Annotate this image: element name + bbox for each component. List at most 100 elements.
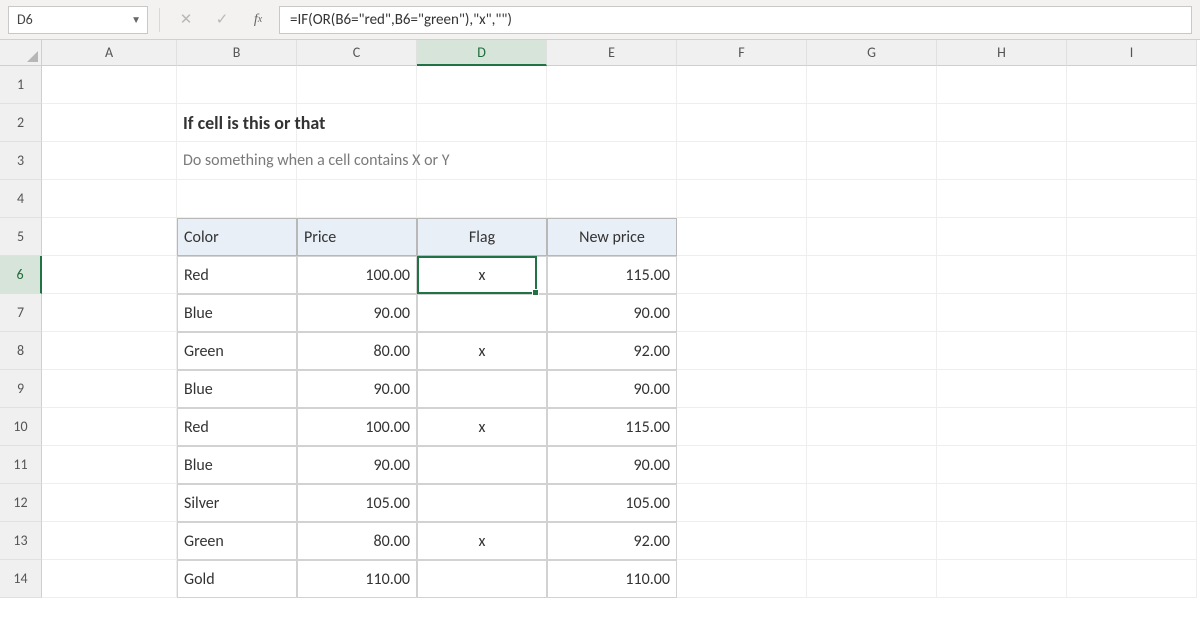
cell-f2[interactable]	[677, 104, 807, 142]
row-header-6[interactable]: 6	[0, 256, 42, 294]
cell-a12[interactable]	[42, 484, 177, 522]
col-header-b[interactable]: B	[177, 40, 297, 66]
cell-a6[interactable]	[42, 256, 177, 294]
cell-i1[interactable]	[1067, 66, 1197, 104]
cell-e9[interactable]: 90.00	[547, 370, 677, 408]
cell-i13[interactable]	[1067, 522, 1197, 560]
cell-h14[interactable]	[937, 560, 1067, 598]
cell-e11[interactable]: 90.00	[547, 446, 677, 484]
cell-e6[interactable]: 115.00	[547, 256, 677, 294]
col-header-c[interactable]: C	[297, 40, 417, 66]
cell-c6[interactable]: 100.00	[297, 256, 417, 294]
row-header-11[interactable]: 11	[0, 446, 42, 484]
cell-f12[interactable]	[677, 484, 807, 522]
cell-f11[interactable]	[677, 446, 807, 484]
row-header-7[interactable]: 7	[0, 294, 42, 332]
cell-b4[interactable]	[177, 180, 297, 218]
col-header-h[interactable]: H	[937, 40, 1067, 66]
table-header-newprice[interactable]: New price	[547, 218, 677, 256]
cell-h2[interactable]	[937, 104, 1067, 142]
col-header-e[interactable]: E	[547, 40, 677, 66]
cell-d11[interactable]	[417, 446, 547, 484]
cell-a9[interactable]	[42, 370, 177, 408]
cell-a14[interactable]	[42, 560, 177, 598]
cell-e4[interactable]	[547, 180, 677, 218]
enter-icon[interactable]: ✓	[207, 7, 237, 33]
formula-input[interactable]: =IF(OR(B6="red",B6="green"),"x","")	[279, 6, 1192, 34]
cell-d2[interactable]	[417, 104, 547, 142]
cell-f7[interactable]	[677, 294, 807, 332]
cell-c10[interactable]: 100.00	[297, 408, 417, 446]
cell-h5[interactable]	[937, 218, 1067, 256]
cell-h7[interactable]	[937, 294, 1067, 332]
cell-b3[interactable]: Do something when a cell contains X or Y	[177, 142, 297, 180]
row-header-4[interactable]: 4	[0, 180, 42, 218]
cell-a1[interactable]	[42, 66, 177, 104]
table-header-color[interactable]: Color	[177, 218, 297, 256]
cell-b13[interactable]: Green	[177, 522, 297, 560]
row-header-14[interactable]: 14	[0, 560, 42, 598]
cell-c7[interactable]: 90.00	[297, 294, 417, 332]
cell-e1[interactable]	[547, 66, 677, 104]
row-header-13[interactable]: 13	[0, 522, 42, 560]
cell-c4[interactable]	[297, 180, 417, 218]
col-header-f[interactable]: F	[677, 40, 807, 66]
cell-a11[interactable]	[42, 446, 177, 484]
col-header-i[interactable]: I	[1067, 40, 1197, 66]
cell-c14[interactable]: 110.00	[297, 560, 417, 598]
cell-f8[interactable]	[677, 332, 807, 370]
cell-i3[interactable]	[1067, 142, 1197, 180]
cell-g3[interactable]	[807, 142, 937, 180]
cell-g6[interactable]	[807, 256, 937, 294]
cell-d13[interactable]: x	[417, 522, 547, 560]
cell-i8[interactable]	[1067, 332, 1197, 370]
cell-e10[interactable]: 115.00	[547, 408, 677, 446]
cell-d6[interactable]: x	[417, 256, 547, 294]
spreadsheet-grid[interactable]: A B C D E F G H I 1 2 If cell is this or…	[0, 40, 1200, 598]
cell-i5[interactable]	[1067, 218, 1197, 256]
cell-g8[interactable]	[807, 332, 937, 370]
table-header-flag[interactable]: Flag	[417, 218, 547, 256]
cell-f5[interactable]	[677, 218, 807, 256]
cell-f1[interactable]	[677, 66, 807, 104]
row-header-3[interactable]: 3	[0, 142, 42, 180]
cell-g11[interactable]	[807, 446, 937, 484]
cell-a2[interactable]	[42, 104, 177, 142]
cell-h8[interactable]	[937, 332, 1067, 370]
select-all-corner[interactable]	[0, 40, 42, 66]
cell-c1[interactable]	[297, 66, 417, 104]
cell-d7[interactable]	[417, 294, 547, 332]
cell-g7[interactable]	[807, 294, 937, 332]
row-header-10[interactable]: 10	[0, 408, 42, 446]
cell-g5[interactable]	[807, 218, 937, 256]
cell-a5[interactable]	[42, 218, 177, 256]
cell-b7[interactable]: Blue	[177, 294, 297, 332]
cell-c8[interactable]: 80.00	[297, 332, 417, 370]
row-header-5[interactable]: 5	[0, 218, 42, 256]
cell-g10[interactable]	[807, 408, 937, 446]
table-header-price[interactable]: Price	[297, 218, 417, 256]
cell-e7[interactable]: 90.00	[547, 294, 677, 332]
cell-b2[interactable]: If cell is this or that	[177, 104, 297, 142]
fx-icon[interactable]: fx	[243, 7, 273, 33]
cell-g14[interactable]	[807, 560, 937, 598]
cell-f14[interactable]	[677, 560, 807, 598]
cell-d8[interactable]: x	[417, 332, 547, 370]
cell-f3[interactable]	[677, 142, 807, 180]
cell-i6[interactable]	[1067, 256, 1197, 294]
cell-i4[interactable]	[1067, 180, 1197, 218]
cell-c12[interactable]: 105.00	[297, 484, 417, 522]
cell-h3[interactable]	[937, 142, 1067, 180]
cell-h11[interactable]	[937, 446, 1067, 484]
cell-g13[interactable]	[807, 522, 937, 560]
cell-i7[interactable]	[1067, 294, 1197, 332]
cell-a10[interactable]	[42, 408, 177, 446]
row-header-2[interactable]: 2	[0, 104, 42, 142]
cell-e3[interactable]	[547, 142, 677, 180]
cell-g9[interactable]	[807, 370, 937, 408]
cell-f13[interactable]	[677, 522, 807, 560]
cell-i9[interactable]	[1067, 370, 1197, 408]
cell-a13[interactable]	[42, 522, 177, 560]
cell-d10[interactable]: x	[417, 408, 547, 446]
cell-i14[interactable]	[1067, 560, 1197, 598]
